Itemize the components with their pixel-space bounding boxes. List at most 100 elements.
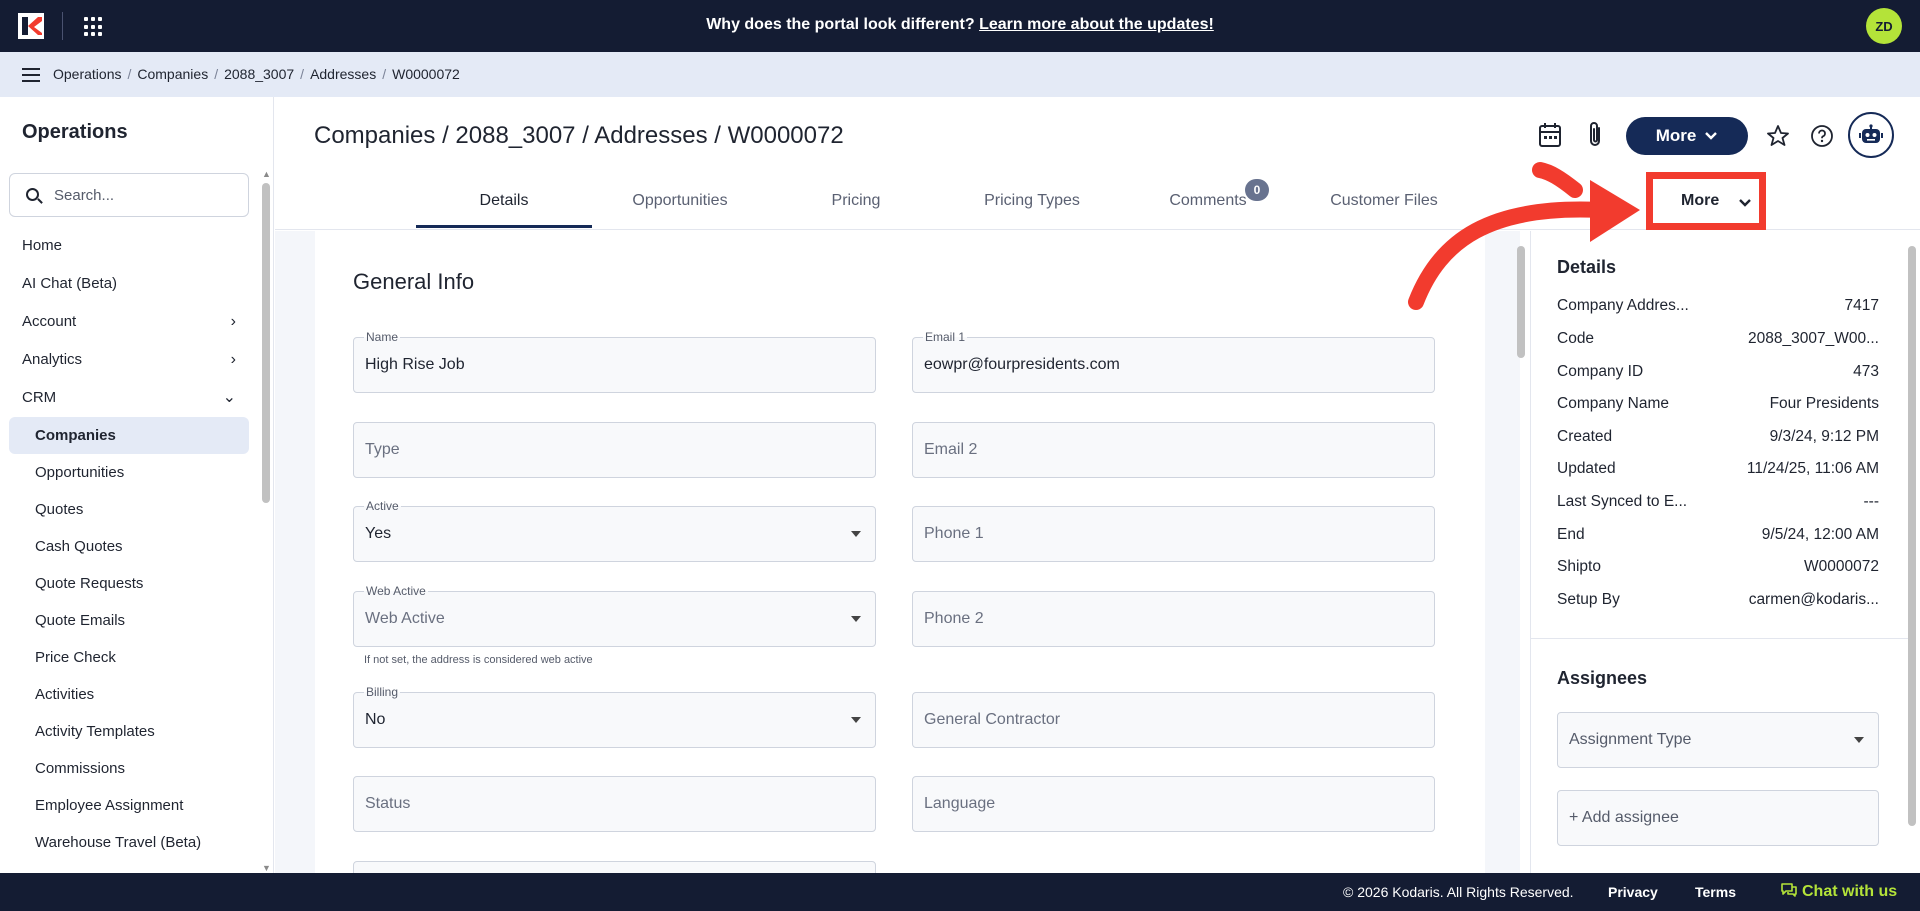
panel-scrollbar[interactable] (1908, 232, 1916, 872)
sidebar-item-cash-quotes[interactable]: Cash Quotes (9, 528, 249, 565)
breadcrumb-operations[interactable]: Operations (53, 66, 121, 82)
footer: © 2026 Kodaris. All Rights Reserved. Pri… (0, 873, 1920, 911)
sidebar-item-crm[interactable]: CRM ⌄ (0, 379, 258, 417)
dropdown-caret-icon (851, 717, 861, 723)
sidebar-scroll-thumb[interactable] (262, 183, 270, 503)
field-placeholder: Language (924, 795, 996, 812)
sidebar-item-home[interactable]: Home (0, 227, 258, 265)
billing-select[interactable]: Billing No (353, 685, 876, 748)
detail-value: 9/5/24, 12:00 AM (1761, 526, 1879, 543)
email2-field[interactable]: Email 2 (912, 422, 1435, 478)
sidebar-item-account[interactable]: Account › (0, 303, 258, 341)
field-label: Name (364, 330, 401, 344)
sidebar-item-activity-templates[interactable]: Activity Templates (9, 713, 249, 750)
field-label: Email 1 (923, 330, 968, 344)
sidebar-item-opportunities[interactable]: Opportunities (9, 454, 249, 491)
detail-key: Company ID (1557, 363, 1644, 380)
name-field[interactable]: Name High Rise Job (353, 330, 876, 393)
sidebar-item-companies[interactable]: Companies (9, 417, 249, 454)
detail-value: 11/24/25, 11:06 AM (1746, 460, 1879, 477)
detail-key: Company Addres... (1557, 297, 1689, 314)
chat-with-us-button[interactable]: Chat with us (1780, 882, 1897, 901)
calendar-icon[interactable] (1538, 122, 1562, 148)
status-field[interactable]: Status (353, 776, 876, 832)
breadcrumb-company[interactable]: 2088_3007 (224, 66, 294, 82)
field-placeholder: Status (365, 795, 411, 812)
detail-row: Last Synced to E... --- (1557, 493, 1879, 526)
terms-link[interactable]: Terms (1695, 884, 1736, 900)
tab-customer-files[interactable]: Customer Files (1296, 180, 1472, 228)
breadcrumb-companies[interactable]: Companies (137, 66, 208, 82)
top-banner: Why does the portal look different? Lear… (0, 0, 1920, 52)
language-field[interactable]: Language (912, 776, 1435, 832)
chevron-right-icon: › (230, 313, 236, 330)
field-placeholder: General Contractor (924, 711, 1061, 728)
detail-key: Shipto (1557, 558, 1601, 575)
detail-row: Created 9/3/24, 9:12 PM (1557, 428, 1879, 461)
email1-field[interactable]: Email 1 eowpr@fourpresidents.com (912, 330, 1435, 393)
banner-learn-more-link[interactable]: Learn more about the updates! (979, 16, 1214, 33)
privacy-link[interactable]: Privacy (1608, 884, 1658, 900)
sidebar-item-employee-assignment[interactable]: Employee Assignment (9, 787, 249, 824)
tab-pricing-types[interactable]: Pricing Types (944, 180, 1120, 228)
search-input[interactable]: Search... (9, 173, 249, 217)
general-contractor-field[interactable]: General Contractor (912, 692, 1435, 748)
field-value: No (365, 711, 386, 728)
sidebar-scrollbar[interactable]: ▲ ▼ (262, 169, 271, 873)
panel-divider (1531, 638, 1909, 639)
more-button[interactable]: More (1626, 117, 1748, 155)
copyright: © 2026 Kodaris. All Rights Reserved. (1343, 884, 1574, 900)
sidebar-item-quote-emails[interactable]: Quote Emails (9, 602, 249, 639)
more-button-label: More (1655, 126, 1697, 145)
sidebar-item-quotes[interactable]: Quotes (9, 491, 249, 528)
detail-value: 473 (1853, 363, 1879, 380)
content-scrollbar[interactable] (1517, 232, 1525, 872)
sidebar-item-label: CRM (22, 389, 57, 406)
phone1-field[interactable]: Phone 1 (912, 506, 1435, 562)
tab-pricing[interactable]: Pricing (768, 180, 944, 228)
sidebar-item-activities[interactable]: Activities (9, 676, 249, 713)
sidebar-item-commissions[interactable]: Commissions (9, 750, 249, 787)
sidebar-item-price-check[interactable]: Price Check (9, 639, 249, 676)
phone2-field[interactable]: Phone 2 (912, 591, 1435, 647)
help-icon[interactable] (1810, 124, 1834, 148)
detail-row: End 9/5/24, 12:00 AM (1557, 526, 1879, 559)
paperclip-icon[interactable] (1584, 121, 1606, 149)
sidebar-item-ai-chat[interactable]: AI Chat (Beta) (0, 265, 258, 303)
sidebar-item-quote-requests[interactable]: Quote Requests (9, 565, 249, 602)
field-placeholder: Assignment Type (1569, 731, 1692, 748)
active-select[interactable]: Active Yes (353, 499, 876, 562)
detail-key: Created (1557, 428, 1613, 445)
detail-key: End (1557, 526, 1585, 543)
chevron-right-icon: › (230, 351, 236, 368)
detail-key: Company Name (1557, 395, 1669, 412)
breadcrumb-addresses[interactable]: Addresses (310, 66, 376, 82)
tab-comments[interactable]: Comments (1120, 180, 1296, 228)
detail-value: carmen@kodaris... (1748, 591, 1879, 608)
field-placeholder: Phone 2 (924, 610, 984, 627)
type-field[interactable]: Type (353, 422, 876, 478)
robot-icon[interactable] (1848, 112, 1894, 158)
field-placeholder: Type (365, 441, 400, 458)
chat-icon (1781, 883, 1797, 897)
hamburger-icon[interactable] (22, 68, 40, 82)
tab-opportunities[interactable]: Opportunities (592, 180, 768, 228)
detail-key: Updated (1557, 460, 1616, 477)
tab-details[interactable]: Details (416, 180, 592, 228)
detail-value: W0000072 (1804, 558, 1879, 575)
panel-scroll-thumb[interactable] (1908, 246, 1916, 826)
banner-question: Why does the portal look different? (706, 16, 975, 33)
web-active-select[interactable]: Web Active Web Active (353, 584, 876, 647)
add-assignee-field[interactable]: + Add assignee (1557, 790, 1879, 846)
content-scroll-thumb[interactable] (1517, 246, 1525, 358)
sidebar-title: Operations (22, 121, 128, 143)
sidebar-item-analytics[interactable]: Analytics › (0, 341, 258, 379)
assignment-type-select[interactable]: Assignment Type (1557, 712, 1879, 768)
detail-row: Code 2088_3007_W00... (1557, 330, 1879, 363)
sidebar-item-warehouse-travel[interactable]: Warehouse Travel (Beta) (9, 824, 249, 861)
breadcrumb-bar: Operations / Companies/2088_3007/Addresses… (0, 52, 1920, 97)
detail-row: Shipto W0000072 (1557, 558, 1879, 591)
avatar[interactable]: ZD (1866, 8, 1902, 44)
detail-key: Last Synced to E... (1557, 493, 1688, 510)
star-icon[interactable] (1766, 124, 1790, 148)
